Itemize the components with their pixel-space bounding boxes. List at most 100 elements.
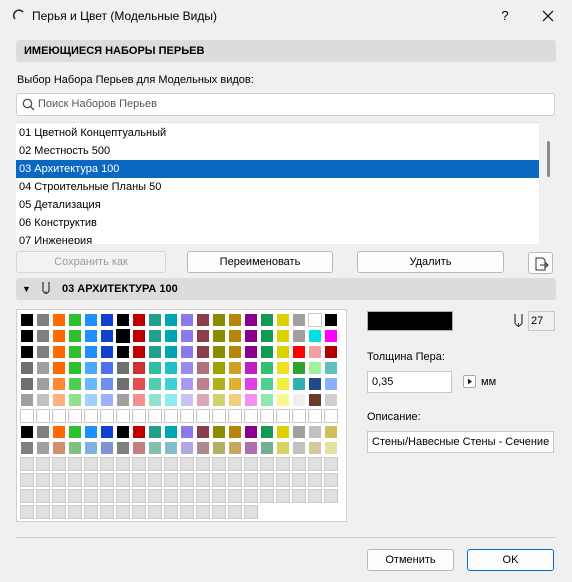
pen-color-cell[interactable] bbox=[84, 473, 98, 487]
pen-color-cell[interactable] bbox=[324, 361, 338, 375]
pen-color-cell[interactable] bbox=[260, 361, 274, 375]
pen-color-cell[interactable] bbox=[164, 409, 178, 423]
pen-color-cell[interactable] bbox=[84, 345, 98, 359]
description-input[interactable]: Стены/Навесные Стены - Сечение bbox=[367, 431, 554, 453]
pen-color-cell[interactable] bbox=[260, 489, 274, 503]
pen-color-cell[interactable] bbox=[212, 425, 226, 439]
pen-color-cell[interactable] bbox=[132, 489, 146, 503]
pen-set-section-header[interactable]: ▼ 03 АРХИТЕКТУРА 100 bbox=[16, 278, 556, 300]
pen-color-cell[interactable] bbox=[164, 393, 178, 407]
pen-color-cell[interactable] bbox=[196, 329, 210, 343]
pen-color-cell[interactable] bbox=[324, 313, 338, 327]
pen-color-cell[interactable] bbox=[228, 489, 242, 503]
pen-color-cell[interactable] bbox=[36, 473, 50, 487]
pen-color-cell[interactable] bbox=[260, 409, 274, 423]
pen-color-cell[interactable] bbox=[308, 377, 322, 391]
pen-color-cell[interactable] bbox=[276, 409, 290, 423]
pen-color-cell[interactable] bbox=[68, 409, 82, 423]
pen-color-cell[interactable] bbox=[116, 361, 130, 375]
pen-color-cell[interactable] bbox=[292, 329, 306, 343]
pen-color-cell[interactable] bbox=[308, 361, 322, 375]
save-as-button[interactable]: Сохранить как bbox=[16, 251, 166, 273]
pen-set-list-item[interactable]: 07 Инженерия bbox=[16, 232, 539, 244]
pen-color-cell[interactable] bbox=[308, 441, 322, 455]
rename-button[interactable]: Переименовать bbox=[187, 251, 333, 273]
pen-color-cell[interactable] bbox=[116, 441, 130, 455]
pen-color-cell[interactable] bbox=[164, 473, 178, 487]
pen-color-cell[interactable] bbox=[132, 473, 146, 487]
pen-color-cell[interactable] bbox=[324, 329, 338, 343]
pen-color-cell[interactable] bbox=[148, 313, 162, 327]
pen-color-cell[interactable] bbox=[52, 313, 66, 327]
pen-color-cell[interactable] bbox=[36, 329, 50, 343]
pen-set-list-scrollbar[interactable] bbox=[540, 122, 553, 243]
pen-color-cell[interactable] bbox=[100, 313, 114, 327]
pen-color-cell[interactable] bbox=[20, 329, 34, 343]
pen-color-cell[interactable] bbox=[132, 361, 146, 375]
pen-color-cell[interactable] bbox=[52, 457, 66, 471]
pen-color-cell[interactable] bbox=[324, 377, 338, 391]
help-button[interactable]: ? bbox=[494, 5, 516, 27]
pen-color-cell[interactable] bbox=[52, 345, 66, 359]
pen-set-list-item[interactable]: 02 Местность 500 bbox=[16, 142, 539, 160]
pen-set-list-item[interactable]: 04 Строительные Планы 50 bbox=[16, 178, 539, 196]
pen-color-cell[interactable] bbox=[228, 345, 242, 359]
pen-color-cell[interactable] bbox=[84, 425, 98, 439]
pen-color-cell[interactable] bbox=[292, 425, 306, 439]
pen-color-cell[interactable] bbox=[164, 345, 178, 359]
pen-color-cell[interactable] bbox=[100, 489, 114, 503]
pen-color-cell[interactable] bbox=[52, 393, 66, 407]
pen-color-cell[interactable] bbox=[52, 361, 66, 375]
pen-color-cell[interactable] bbox=[148, 409, 162, 423]
pen-color-cell[interactable] bbox=[212, 377, 226, 391]
ok-button[interactable]: OK bbox=[467, 549, 554, 571]
pen-color-cell[interactable] bbox=[324, 457, 338, 471]
pen-color-cell[interactable] bbox=[100, 473, 114, 487]
pen-color-cell[interactable] bbox=[148, 329, 162, 343]
pen-color-cell[interactable] bbox=[20, 393, 34, 407]
pen-color-cell[interactable] bbox=[148, 457, 162, 471]
pen-color-cell[interactable] bbox=[36, 425, 50, 439]
pen-color-cell[interactable] bbox=[180, 329, 194, 343]
pen-color-cell[interactable] bbox=[84, 313, 98, 327]
pen-color-cell[interactable] bbox=[164, 505, 178, 519]
pen-color-cell[interactable] bbox=[324, 441, 338, 455]
pen-color-cell[interactable] bbox=[196, 377, 210, 391]
pen-color-cell[interactable] bbox=[148, 505, 162, 519]
pen-color-cell[interactable] bbox=[276, 473, 290, 487]
pen-color-cell[interactable] bbox=[212, 473, 226, 487]
delete-button[interactable]: Удалить bbox=[357, 251, 504, 273]
pen-color-cell[interactable] bbox=[20, 489, 34, 503]
pen-color-cell[interactable] bbox=[308, 329, 322, 343]
pen-color-cell[interactable] bbox=[244, 489, 258, 503]
pen-color-cell[interactable] bbox=[52, 377, 66, 391]
pen-color-cell[interactable] bbox=[196, 505, 210, 519]
pen-color-cell[interactable] bbox=[132, 425, 146, 439]
pen-color-cell[interactable] bbox=[20, 377, 34, 391]
pen-color-cell[interactable] bbox=[100, 361, 114, 375]
pen-color-cell[interactable] bbox=[132, 441, 146, 455]
pen-color-cell[interactable] bbox=[68, 361, 82, 375]
pen-color-cell[interactable] bbox=[68, 377, 82, 391]
pen-color-cell[interactable] bbox=[196, 345, 210, 359]
pen-color-cell[interactable] bbox=[36, 313, 50, 327]
pen-color-cell[interactable] bbox=[180, 345, 194, 359]
pen-color-cell[interactable] bbox=[116, 345, 130, 359]
pen-color-cell[interactable] bbox=[196, 393, 210, 407]
pen-color-cell[interactable] bbox=[260, 345, 274, 359]
pen-color-cell[interactable] bbox=[244, 457, 258, 471]
pen-color-cell[interactable] bbox=[68, 505, 82, 519]
pen-color-cell[interactable] bbox=[228, 393, 242, 407]
pen-color-cell[interactable] bbox=[52, 489, 66, 503]
pen-color-cell[interactable] bbox=[20, 313, 34, 327]
pen-color-cell[interactable] bbox=[164, 441, 178, 455]
pen-color-cell[interactable] bbox=[228, 361, 242, 375]
pen-color-cell[interactable] bbox=[196, 361, 210, 375]
pen-color-cell[interactable] bbox=[276, 425, 290, 439]
pen-color-cell[interactable] bbox=[308, 457, 322, 471]
pen-color-cell[interactable] bbox=[84, 393, 98, 407]
pen-color-cell[interactable] bbox=[100, 393, 114, 407]
pen-color-cell[interactable] bbox=[212, 505, 226, 519]
close-button[interactable] bbox=[537, 5, 559, 27]
pen-color-cell[interactable] bbox=[292, 393, 306, 407]
